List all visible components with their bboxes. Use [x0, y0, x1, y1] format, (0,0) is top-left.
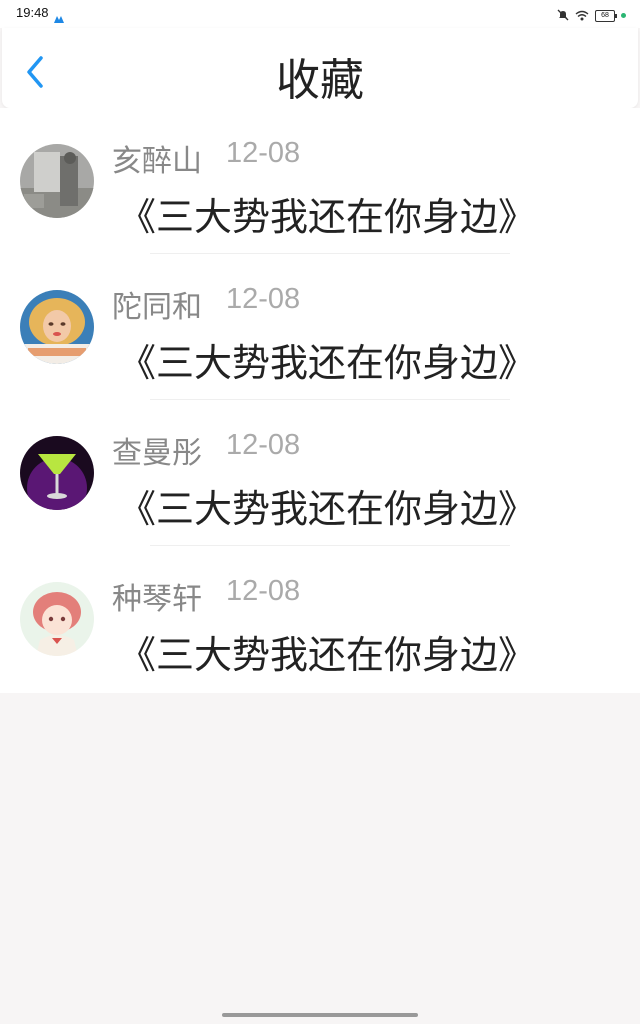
avatar: [20, 436, 94, 510]
list-item[interactable]: 亥醉山 12-08 《三大势我还在你身边》: [0, 108, 640, 254]
item-name: 种琴轩: [112, 582, 202, 617]
header: 收藏: [2, 28, 638, 108]
favorites-list: 亥醉山 12-08 《三大势我还在你身边》 陀同和 12-08 《三大势我还在你…: [0, 108, 640, 693]
battery-icon: 68: [595, 9, 617, 22]
app-screen: 19:48 68 收藏 亥醉山 12-08 《三大势我还在你身边》 陀同和 12…: [0, 0, 640, 1024]
item-date: 12-08: [226, 137, 301, 169]
status-icons: 68: [557, 6, 626, 25]
item-title: 《三大势我还在你身边》: [118, 341, 537, 385]
list-item[interactable]: 查曼彤 12-08 《三大势我还在你身边》: [0, 400, 640, 546]
mute-icon: [557, 6, 569, 25]
avatar: [20, 290, 94, 364]
wifi-icon: [575, 6, 589, 25]
item-date: 12-08: [226, 575, 301, 607]
item-title: 《三大势我还在你身边》: [118, 487, 537, 531]
avatar: [20, 144, 94, 218]
status-bar: 19:48 68: [0, 0, 640, 28]
item-date: 12-08: [226, 283, 301, 315]
item-title: 《三大势我还在你身边》: [118, 195, 537, 239]
status-time: 19:48: [16, 5, 49, 20]
item-name: 查曼彤: [112, 436, 202, 471]
avatar: [20, 582, 94, 656]
charging-dot-icon: [621, 13, 626, 18]
item-title: 《三大势我还在你身边》: [118, 633, 537, 677]
item-name: 陀同和: [112, 290, 202, 325]
list-item[interactable]: 种琴轩 12-08 《三大势我还在你身边》: [0, 546, 640, 692]
app-notification-icon: [54, 8, 64, 27]
home-indicator[interactable]: [222, 1013, 418, 1017]
list-item[interactable]: 陀同和 12-08 《三大势我还在你身边》: [0, 254, 640, 400]
page-title: 收藏: [276, 55, 364, 106]
item-date: 12-08: [226, 429, 301, 461]
item-name: 亥醉山: [112, 144, 202, 179]
